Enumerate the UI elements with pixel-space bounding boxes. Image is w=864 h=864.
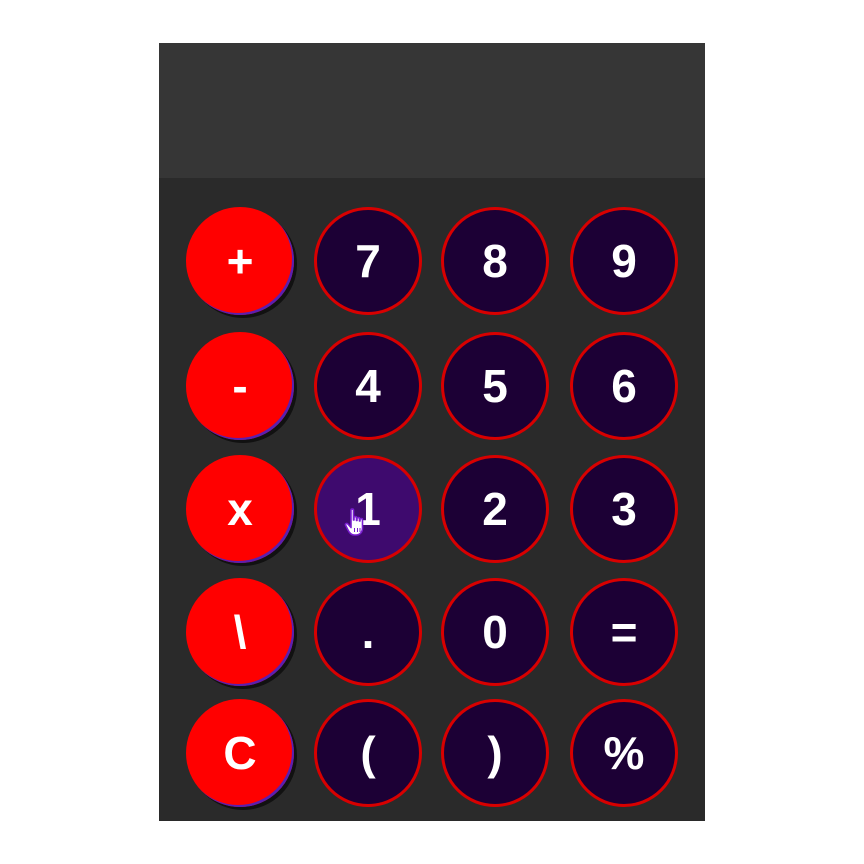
nine-button[interactable]: 9 (570, 207, 678, 315)
keypad: + 7 8 9 - 4 5 6 x 1 2 3 \ . 0 = C ( ) % (159, 178, 705, 821)
three-button[interactable]: 3 (570, 455, 678, 563)
eight-button[interactable]: 8 (441, 207, 549, 315)
percent-button[interactable]: % (570, 699, 678, 807)
close-paren-button[interactable]: ) (441, 699, 549, 807)
divide-button[interactable]: \ (186, 578, 294, 686)
calculator: + 7 8 9 - 4 5 6 x 1 2 3 \ . 0 = C ( ) % (159, 43, 705, 821)
four-button[interactable]: 4 (314, 332, 422, 440)
two-button[interactable]: 2 (441, 455, 549, 563)
decimal-button[interactable]: . (314, 578, 422, 686)
six-button[interactable]: 6 (570, 332, 678, 440)
zero-button[interactable]: 0 (441, 578, 549, 686)
clear-button[interactable]: C (186, 699, 294, 807)
five-button[interactable]: 5 (441, 332, 549, 440)
multiply-button[interactable]: x (186, 455, 294, 563)
calculator-display (159, 43, 705, 178)
equals-button[interactable]: = (570, 578, 678, 686)
hand-pointer-icon (344, 508, 364, 536)
seven-button[interactable]: 7 (314, 207, 422, 315)
open-paren-button[interactable]: ( (314, 699, 422, 807)
one-button[interactable]: 1 (314, 455, 422, 563)
subtract-button[interactable]: - (186, 332, 294, 440)
add-button[interactable]: + (186, 207, 294, 315)
